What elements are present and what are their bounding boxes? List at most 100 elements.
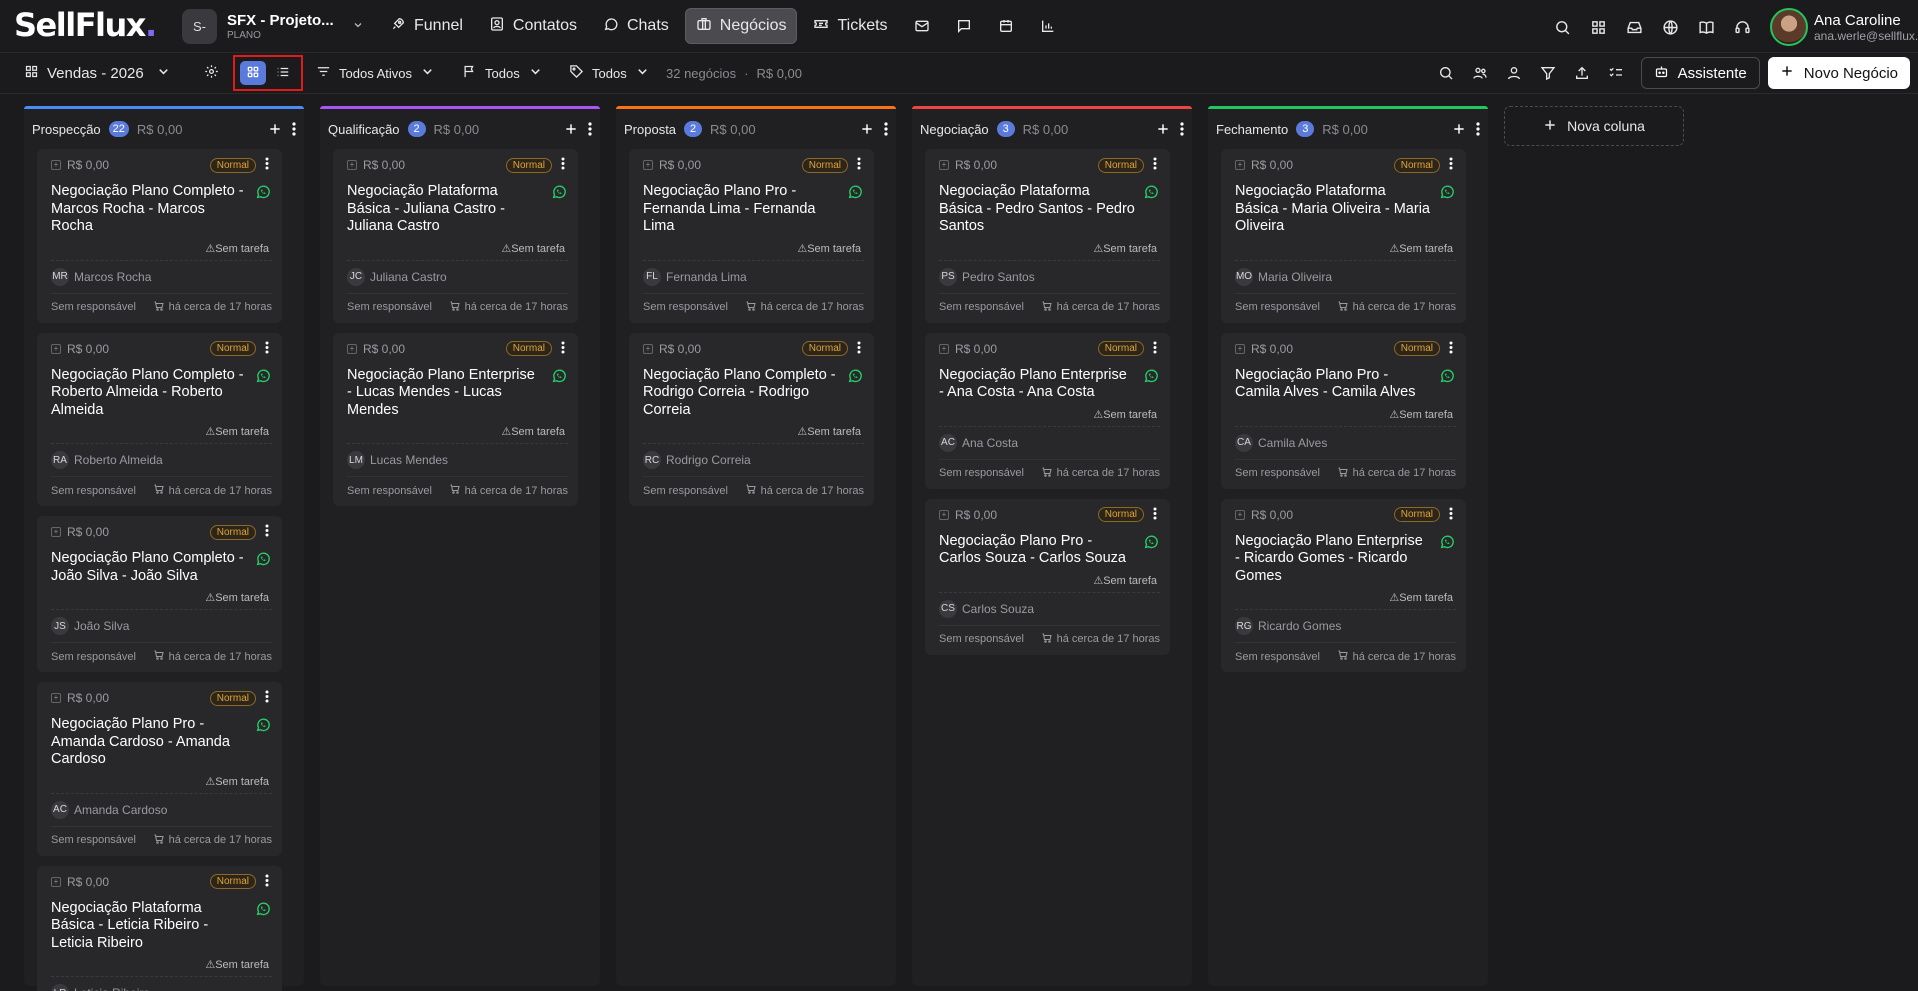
add-value-icon[interactable]: +	[939, 509, 949, 520]
add-value-icon[interactable]: +	[1235, 343, 1245, 354]
search-icon[interactable]	[1429, 57, 1463, 89]
whatsapp-icon[interactable]	[255, 717, 272, 734]
workspace-switcher[interactable]: S- SFX - Projeto... PLANO	[182, 9, 364, 44]
task-status[interactable]: ⚠Sem tarefa	[347, 425, 568, 438]
task-status[interactable]: ⚠Sem tarefa	[939, 408, 1160, 421]
globe-icon[interactable]	[1652, 9, 1688, 45]
deal-card[interactable]: + R$ 0,00 Normal Negociação Plano Comple…	[37, 149, 282, 323]
contact-row[interactable]: JS João Silva	[51, 616, 272, 636]
calendar-icon[interactable]	[988, 8, 1024, 44]
whatsapp-icon[interactable]	[1143, 368, 1160, 385]
whatsapp-icon[interactable]	[1439, 368, 1456, 385]
add-value-icon[interactable]: +	[939, 343, 949, 354]
task-status[interactable]: ⚠Sem tarefa	[939, 574, 1160, 587]
add-value-icon[interactable]: +	[347, 343, 357, 354]
whatsapp-icon[interactable]	[847, 368, 864, 385]
apps-grid-icon[interactable]	[1580, 9, 1616, 45]
deal-card[interactable]: + R$ 0,00 Normal Negociação Plano Pro - …	[1221, 332, 1466, 489]
contact-row[interactable]: FL Fernanda Lima	[643, 267, 864, 287]
add-value-icon[interactable]: +	[643, 160, 653, 170]
column-menu-icon[interactable]	[884, 122, 888, 136]
task-status[interactable]: ⚠Sem tarefa	[347, 242, 568, 255]
contact-row[interactable]: LR Leticia Ribeiro	[51, 983, 272, 991]
new-deal-button[interactable]: Novo Negócio	[1767, 57, 1910, 89]
contact-row[interactable]: CS Carlos Souza	[939, 599, 1160, 619]
deal-card[interactable]: + R$ 0,00 Normal Negociação Plano Pro - …	[925, 498, 1170, 655]
add-value-icon[interactable]: +	[643, 343, 653, 354]
whatsapp-icon[interactable]	[1143, 184, 1160, 201]
nav-funnel[interactable]: Funnel	[380, 8, 473, 44]
deal-card[interactable]: + R$ 0,00 Normal Negociação Plano Comple…	[37, 516, 282, 672]
tag-filter[interactable]: Todos	[569, 57, 650, 89]
book-icon[interactable]	[1688, 9, 1724, 45]
contact-row[interactable]: PS Pedro Santos	[939, 267, 1160, 287]
kanban-view-button[interactable]	[240, 61, 266, 85]
deal-card[interactable]: + R$ 0,00 Normal Negociação Plano Enterp…	[925, 332, 1170, 489]
whatsapp-icon[interactable]	[255, 184, 272, 201]
card-menu-icon[interactable]	[1446, 507, 1456, 523]
add-value-icon[interactable]: +	[51, 160, 61, 170]
mail-icon[interactable]	[904, 8, 940, 44]
whatsapp-icon[interactable]	[255, 368, 272, 385]
upload-icon[interactable]	[1565, 57, 1599, 89]
task-status[interactable]: ⚠Sem tarefa	[51, 775, 272, 788]
deal-card[interactable]: + R$ 0,00 Normal Negociação Plataforma B…	[333, 149, 578, 323]
deal-card[interactable]: + R$ 0,00 Normal Negociação Plano Pro - …	[629, 149, 874, 323]
task-status[interactable]: ⚠Sem tarefa	[51, 425, 272, 438]
nav-tickets[interactable]: Tickets	[803, 8, 897, 44]
column-menu-icon[interactable]	[1180, 122, 1184, 136]
user-menu[interactable]: Ana Caroline ana.werle@sellflux...	[1770, 8, 1918, 46]
whatsapp-icon[interactable]	[551, 368, 568, 385]
card-menu-icon[interactable]	[262, 874, 272, 890]
headset-icon[interactable]	[1724, 9, 1760, 45]
new-column-button[interactable]: Nova coluna	[1504, 106, 1684, 146]
deal-card[interactable]: + R$ 0,00 Normal Negociação Plano Enterp…	[1221, 498, 1466, 672]
assistant-button[interactable]: Assistente	[1640, 57, 1760, 89]
add-value-icon[interactable]: +	[1235, 509, 1245, 520]
card-menu-icon[interactable]	[262, 524, 272, 540]
task-status[interactable]: ⚠Sem tarefa	[1235, 242, 1456, 255]
whatsapp-icon[interactable]	[847, 184, 864, 201]
contact-row[interactable]: MR Marcos Rocha	[51, 267, 272, 287]
add-deal-icon[interactable]	[1452, 122, 1466, 136]
contact-row[interactable]: CA Camila Alves	[1235, 433, 1456, 453]
nav-contatos[interactable]: Contatos	[479, 8, 587, 44]
add-deal-icon[interactable]	[1156, 122, 1170, 136]
contact-row[interactable]: JC Juliana Castro	[347, 267, 568, 287]
card-menu-icon[interactable]	[1150, 157, 1160, 173]
task-status[interactable]: ⚠Sem tarefa	[643, 425, 864, 438]
add-value-icon[interactable]: +	[51, 343, 61, 354]
add-value-icon[interactable]: +	[51, 876, 61, 887]
task-status[interactable]: ⚠Sem tarefa	[51, 591, 272, 604]
contact-row[interactable]: RG Ricardo Gomes	[1235, 616, 1456, 636]
whatsapp-icon[interactable]	[1439, 184, 1456, 201]
card-menu-icon[interactable]	[854, 341, 864, 357]
column-menu-icon[interactable]	[292, 122, 296, 136]
task-status[interactable]: ⚠Sem tarefa	[51, 242, 272, 255]
pipeline-settings-button[interactable]	[204, 57, 219, 89]
task-status[interactable]: ⚠Sem tarefa	[51, 958, 272, 971]
column-menu-icon[interactable]	[1476, 122, 1480, 136]
contact-row[interactable]: MO Maria Oliveira	[1235, 267, 1456, 287]
flag-filter[interactable]: Todos	[462, 57, 543, 89]
deal-card[interactable]: + R$ 0,00 Normal Negociação Plano Comple…	[37, 332, 282, 506]
add-value-icon[interactable]: +	[939, 160, 949, 170]
deal-card[interactable]: + R$ 0,00 Normal Negociação Plano Comple…	[629, 332, 874, 506]
contact-row[interactable]: AC Amanda Cardoso	[51, 800, 272, 820]
contact-row[interactable]: LM Lucas Mendes	[347, 450, 568, 470]
user-icon[interactable]	[1497, 57, 1531, 89]
bar-chart-icon[interactable]	[1030, 8, 1066, 44]
inbox-icon[interactable]	[1616, 9, 1652, 45]
deal-card[interactable]: + R$ 0,00 Normal Negociação Plataforma B…	[925, 149, 1170, 323]
users-icon[interactable]	[1463, 57, 1497, 89]
deal-card[interactable]: + R$ 0,00 Normal Negociação Plano Pro - …	[37, 682, 282, 856]
whatsapp-icon[interactable]	[1143, 534, 1160, 551]
task-status[interactable]: ⚠Sem tarefa	[1235, 591, 1456, 604]
list-view-button[interactable]	[270, 61, 296, 85]
card-menu-icon[interactable]	[558, 341, 568, 357]
task-status[interactable]: ⚠Sem tarefa	[643, 242, 864, 255]
card-menu-icon[interactable]	[558, 157, 568, 173]
card-menu-icon[interactable]	[1150, 341, 1160, 357]
whatsapp-icon[interactable]	[255, 901, 272, 918]
deal-card[interactable]: + R$ 0,00 Normal Negociação Plataforma B…	[1221, 149, 1466, 323]
